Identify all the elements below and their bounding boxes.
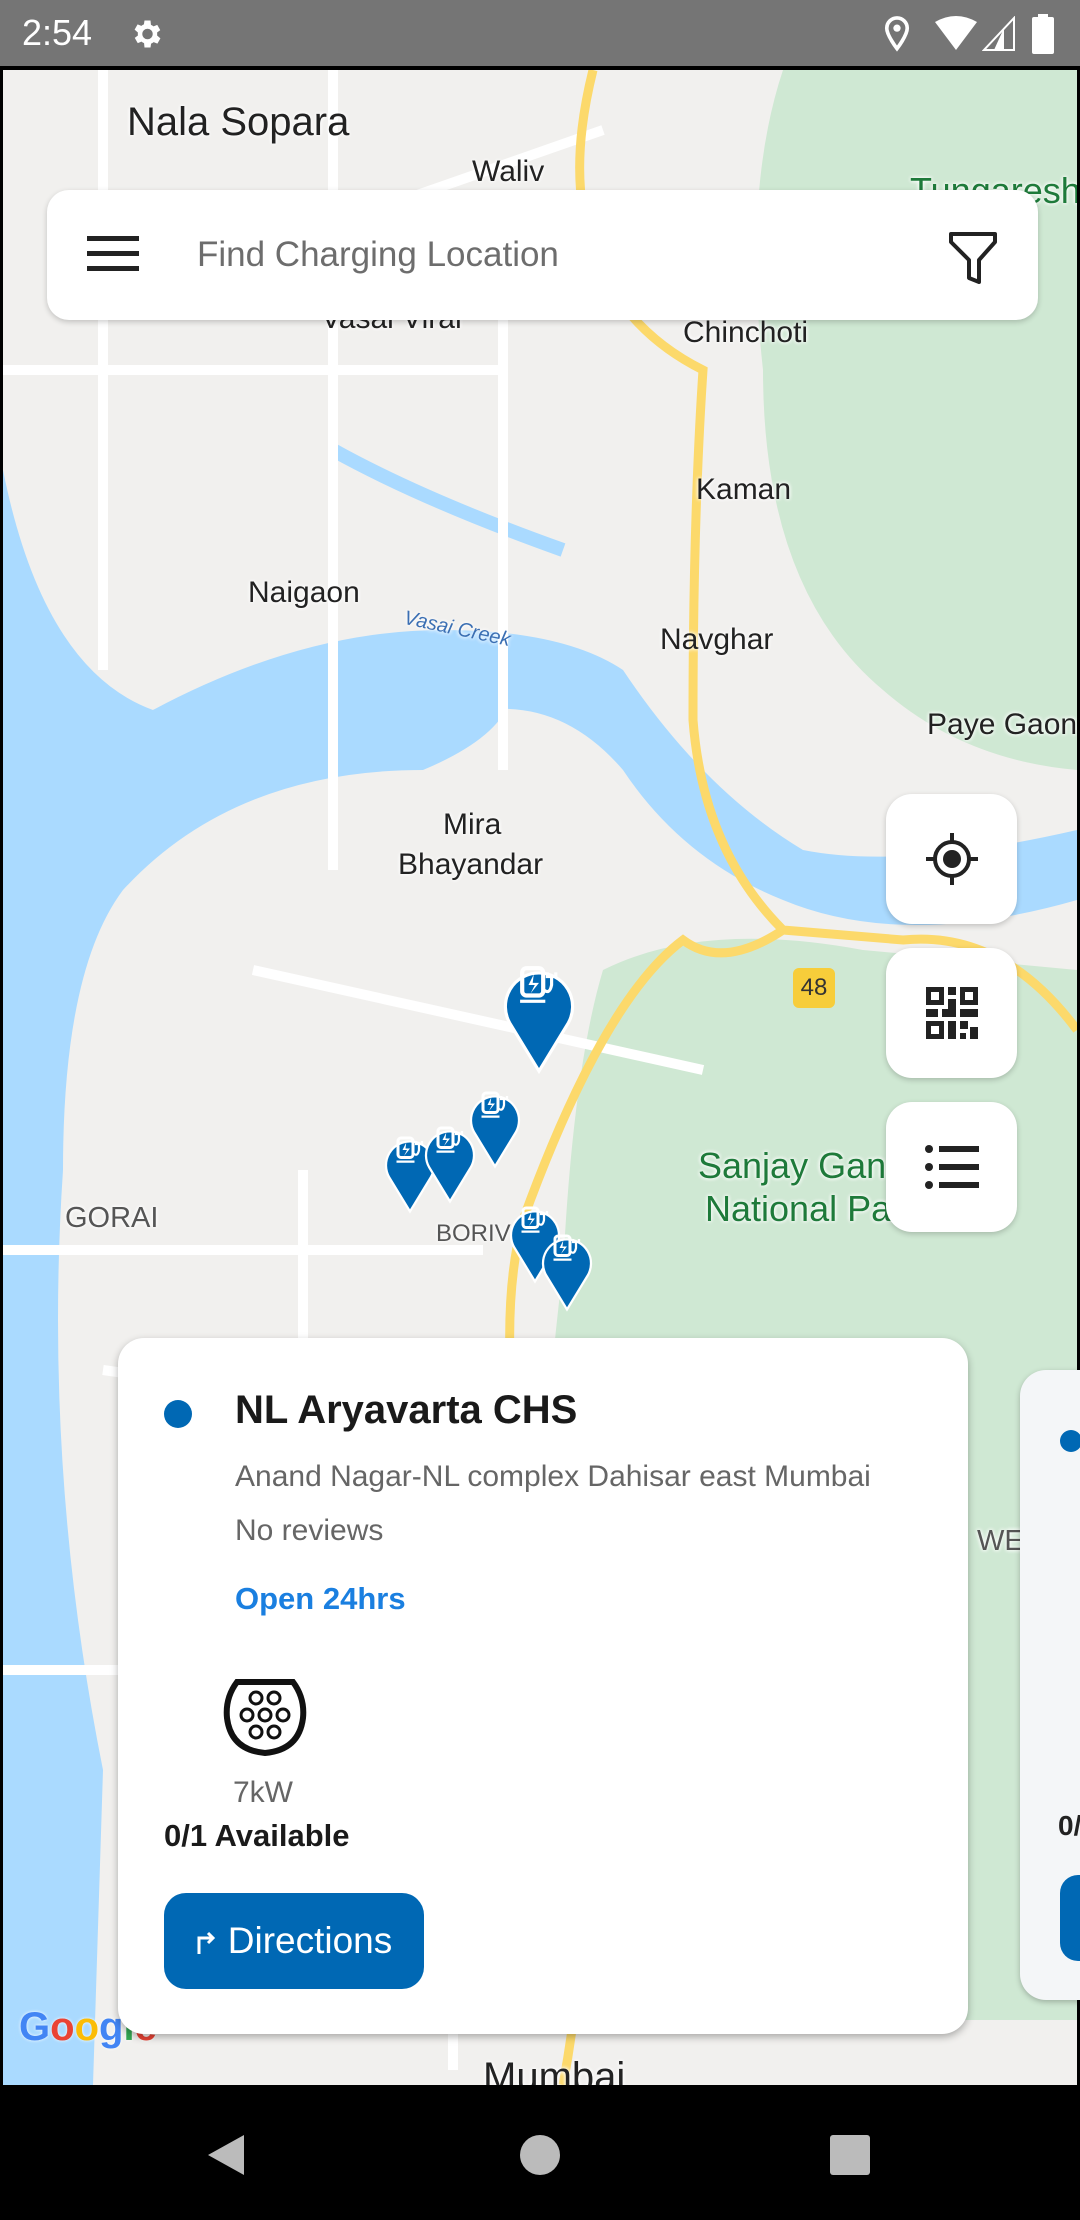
map-label: Navghar xyxy=(660,623,774,656)
settings-icon xyxy=(134,20,161,48)
my-location-icon xyxy=(925,833,978,885)
map-label: Paye Gaon xyxy=(927,708,1077,741)
directions-button[interactable] xyxy=(1060,1875,1080,1961)
qr-scan-button[interactable] xyxy=(886,948,1017,1078)
map-label: Nala Sopara xyxy=(127,100,350,144)
map-label: Mumbai xyxy=(483,2055,626,2085)
battery-icon xyxy=(1032,14,1054,54)
status-time: 2:54 xyxy=(22,12,93,53)
station-name: NL Aryavarta CHS xyxy=(235,1388,578,1432)
status-bar: 2:54 xyxy=(0,0,1080,66)
directions-button[interactable]: Directions xyxy=(164,1893,424,1989)
map-label: Mira xyxy=(443,808,502,841)
location-icon xyxy=(884,16,910,52)
list-view-button[interactable] xyxy=(886,1102,1017,1232)
station-address: Anand Nagar-NL complex Dahisar east Mumb… xyxy=(235,1460,871,1493)
next-station-card[interactable]: 0/ xyxy=(1020,1370,1080,2000)
search-bar xyxy=(47,190,1038,320)
wifi-icon xyxy=(935,16,977,50)
station-hours: Open 24hrs xyxy=(235,1581,406,1616)
map-label: GORAI xyxy=(65,1202,159,1234)
directions-label: Directions xyxy=(227,1920,393,1961)
signal-icon xyxy=(982,16,1015,51)
recents-icon[interactable] xyxy=(830,2135,870,2175)
map-label: BORIV xyxy=(436,1220,511,1247)
map-label: Sanjay Gan xyxy=(698,1145,887,1186)
station-reviews: No reviews xyxy=(235,1514,384,1547)
station-card[interactable]: NL Aryavarta CHS Anand Nagar-NL complex … xyxy=(118,1338,968,2034)
home-icon[interactable] xyxy=(518,2133,562,2177)
type2-connector-icon xyxy=(223,1679,307,1756)
availability-text: 0/ xyxy=(1058,1810,1080,1841)
map-label: Naigaon xyxy=(248,576,360,609)
search-input[interactable] xyxy=(197,220,957,290)
map-label: Kaman xyxy=(696,473,792,506)
highway-shield: 48 xyxy=(793,968,835,1008)
list-icon xyxy=(924,1145,979,1189)
availability-text: 0/1 Available xyxy=(164,1818,350,1853)
map-label: Chinchoti xyxy=(683,316,809,349)
navigation-bar xyxy=(0,2085,1080,2220)
qr-code-icon xyxy=(925,987,978,1039)
turn-right-icon xyxy=(197,1931,215,1954)
map-label: Bhayandar xyxy=(398,848,544,881)
status-dot xyxy=(164,1400,192,1428)
filter-icon[interactable] xyxy=(947,230,999,286)
my-location-button[interactable] xyxy=(886,794,1017,924)
back-icon[interactable] xyxy=(204,2133,246,2177)
menu-icon[interactable] xyxy=(87,234,139,274)
map-label: National Pa xyxy=(705,1188,892,1229)
map-label: Waliv xyxy=(472,155,545,188)
connector-power: 7kW xyxy=(233,1776,293,1809)
status-dot xyxy=(1060,1430,1080,1452)
